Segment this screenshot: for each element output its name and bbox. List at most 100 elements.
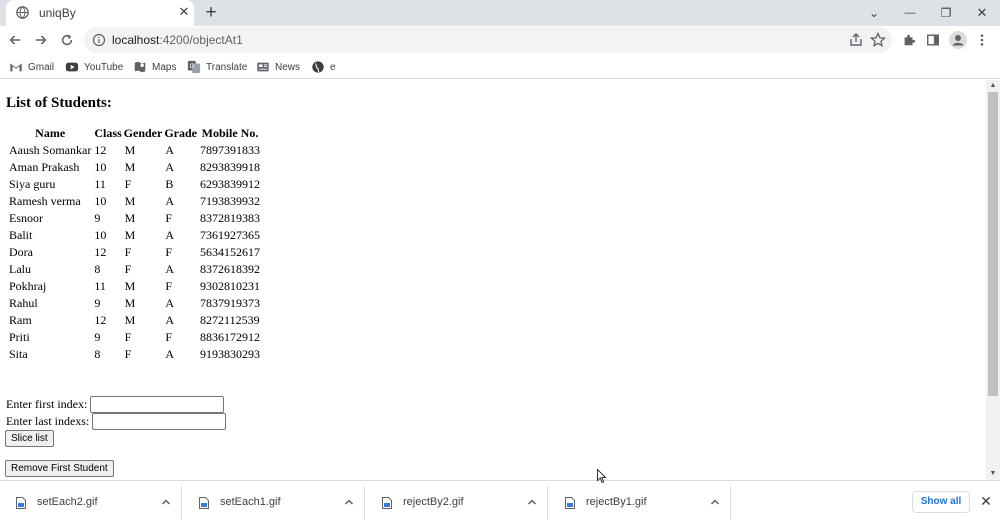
table-row: Lalu 8 F A 8372618392 [8,261,261,278]
first-index-row: Enter first index: [6,396,225,413]
bookmark-e[interactable]: e [311,58,336,76]
mobile-cell: 7837919373 [200,296,261,310]
show-all-downloads-button[interactable]: Show all [912,491,970,513]
first-index-input[interactable] [90,396,225,413]
bookmark-star-icon[interactable] [870,32,886,48]
bookmark-label: e [330,61,336,73]
chevron-up-icon[interactable] [341,494,357,510]
class-cell: 11 [94,279,106,293]
mobile-cell: 7193839932 [200,194,261,208]
table-row: Priti 9 F F 8836172912 [8,329,261,346]
browser-tab[interactable]: uniqBy ✕ [6,0,194,26]
students-table: Name Class Gender Grade Mobile No. Aaush… [6,125,263,363]
student-name-cell: Balit [9,228,33,242]
download-filename: setEach2.gif [37,496,98,508]
table-row: Ramesh verma 10 M A 7193839932 [8,193,261,210]
remove-first-student-button[interactable]: Remove First Student [5,460,114,477]
bookmark-youtube[interactable]: YouTube [65,58,123,76]
class-cell: 9 [94,211,101,225]
grade-cell: F [165,279,173,293]
url-text[interactable]: localhost:4200/objectAt1 [112,33,243,47]
chevron-up-icon[interactable] [158,494,174,510]
scroll-down-icon[interactable]: ▼ [986,468,1000,480]
url-path: :4200/objectAt1 [159,33,243,47]
side-panel-button[interactable] [922,29,944,51]
mobile-cell: 8372618392 [200,262,261,276]
bookmark-label: News [275,61,301,73]
download-item[interactable]: setEach2.gif [0,486,182,520]
arrow-left-icon [9,35,21,45]
first-index-label: Enter first index: [6,397,88,411]
gender-cell: M [124,296,136,310]
download-item[interactable]: setEach1.gif [183,486,365,520]
share-icon[interactable] [848,32,864,48]
window-close-button[interactable]: ✕ [964,0,1000,26]
file-icon [16,497,26,509]
scroll-up-icon[interactable]: ▲ [986,80,1000,92]
grade-cell: A [165,160,175,174]
table-row: Dora 12 F F 5634152617 [8,244,261,261]
table-row: Ram 12 M A 8272112539 [8,312,261,329]
student-name-cell: Ram [9,313,32,327]
new-tab-button[interactable]: + [200,2,222,24]
back-button[interactable] [4,29,26,51]
table-row: Aman Prakash 10 M A 8293839918 [8,159,261,176]
scrollbar-thumb[interactable] [988,92,998,396]
profile-button[interactable] [947,29,969,51]
last-index-row: Enter last indexs: [6,413,227,430]
student-name-cell: Rahul [9,296,38,310]
restore-button[interactable]: ❐ [928,0,964,26]
gender-cell: M [124,313,136,327]
tab-search-icon[interactable]: ⌄ [856,0,892,26]
last-index-input[interactable] [92,413,227,430]
download-filename: rejectBy2.gif [403,496,464,508]
arrow-right-icon [35,35,47,45]
bookmark-label: Gmail [28,61,55,73]
class-cell: 8 [94,347,101,361]
page-content: List of Students: Name Class Gender Grad… [0,80,986,480]
site-info-icon[interactable] [92,33,106,47]
mobile-cell: 5634152617 [200,245,261,259]
bookmark-news[interactable]: News [256,58,300,76]
minimize-button[interactable]: — [892,0,928,26]
file-icon [565,497,575,509]
class-cell: 10 [94,194,107,208]
svg-text:G: G [190,63,195,70]
menu-button[interactable] [971,29,993,51]
download-item[interactable]: rejectBy2.gif [366,486,548,520]
student-name-cell: Siya guru [9,177,56,191]
extensions-button[interactable] [898,29,920,51]
address-bar[interactable]: localhost:4200/objectAt1 [84,27,892,53]
mobile-cell: 9302810231 [200,279,261,293]
vertical-scrollbar[interactable]: ▲ ▼ [986,80,1000,480]
gender-cell: F [124,245,132,259]
browser-toolbar: localhost:4200/objectAt1 [0,26,1000,55]
chevron-up-icon[interactable] [524,494,540,510]
youtube-icon [65,62,79,72]
slice-list-button[interactable]: Slice list [5,430,54,447]
table-row: Siya guru 11 F B 6293839912 [8,176,261,193]
file-icon [382,497,392,509]
gender-cell: M [124,279,136,293]
class-cell: 12 [94,245,107,259]
gender-cell: F [124,262,132,276]
gender-cell: M [124,211,136,225]
close-icon[interactable]: ✕ [978,493,994,509]
chevron-up-icon[interactable] [707,494,723,510]
bookmark-gmail[interactable]: Gmail [9,58,54,76]
page-title: List of Students: [6,95,112,111]
gender-cell: M [124,228,136,242]
reload-button[interactable] [56,29,78,51]
student-name-cell: Aaush Somankar [9,143,92,157]
globe-icon [16,6,29,19]
mobile-cell: 8372819383 [200,211,261,225]
student-name-cell: Dora [9,245,33,259]
forward-button[interactable] [30,29,52,51]
column-header: Mobile No. [201,126,259,140]
bookmark-translate[interactable]: G Translate [187,58,247,76]
tab-close-icon[interactable]: ✕ [176,4,192,20]
gender-cell: M [124,194,136,208]
download-item[interactable]: rejectBy1.gif [549,486,731,520]
puzzle-icon [904,34,916,46]
bookmark-maps[interactable]: Maps [133,58,176,76]
